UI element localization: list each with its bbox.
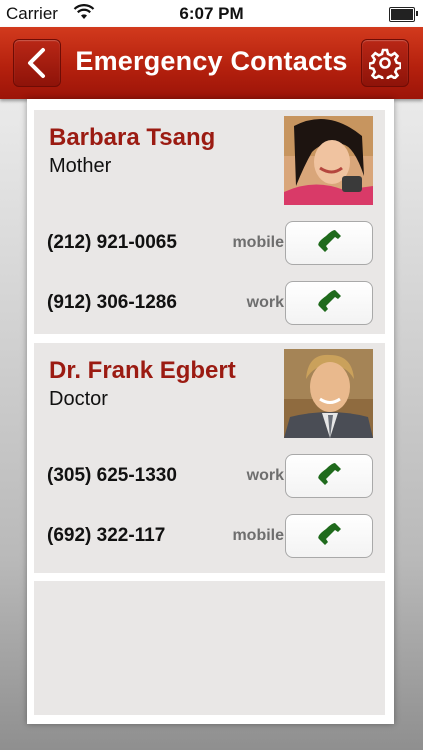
phone-icon [318,463,341,485]
phone-row: (912) 306-1286 work [34,281,385,327]
contact-photo [284,116,373,205]
status-bar: Carrier 6:07 PM [0,0,423,27]
phone-number: (692) 322-117 [47,525,166,546]
phone-number: (912) 306-1286 [47,292,177,313]
phone-row: (692) 322-117 mobile [34,514,385,560]
gear-icon [369,48,401,79]
phone-type-label: mobile [232,527,284,544]
contact-relation: Mother [49,155,112,177]
contact-name: Dr. Frank Egbert [49,357,236,384]
status-time: 6:07 PM [179,4,244,23]
phone-type-label: work [246,467,284,484]
page-title: Emergency Contacts [75,46,348,76]
empty-contact-slot [34,581,385,715]
phone-row: (212) 921-0065 mobile [34,221,385,267]
phone-icon [318,230,341,252]
phone-icon [318,523,341,545]
battery-icon [389,7,418,22]
contact-relation: Doctor [49,388,108,410]
phone-type-label: work [246,294,284,311]
contact-card[interactable]: Dr. Frank Egbert Doctor (305) 625-1330 w… [34,343,385,577]
call-button[interactable] [285,221,373,265]
phone-number: (212) 921-0065 [47,232,177,253]
contacts-panel: Barbara Tsang Mother (212) 921-0065 mobi… [27,99,394,724]
back-button[interactable] [13,39,61,87]
phone-icon [318,290,341,312]
navigation-bar: Emergency Contacts [0,27,423,99]
settings-button[interactable] [361,39,409,87]
contact-card[interactable]: Barbara Tsang Mother (212) 921-0065 mobi… [34,110,385,338]
contact-photo [284,349,373,438]
call-button[interactable] [285,514,373,558]
call-button[interactable] [285,454,373,498]
chevron-left-icon [28,48,45,78]
phone-row: (305) 625-1330 work [34,454,385,500]
phone-type-label: mobile [232,234,284,251]
call-button[interactable] [285,281,373,325]
phone-number: (305) 625-1330 [47,465,177,486]
contact-name: Barbara Tsang [49,124,216,151]
